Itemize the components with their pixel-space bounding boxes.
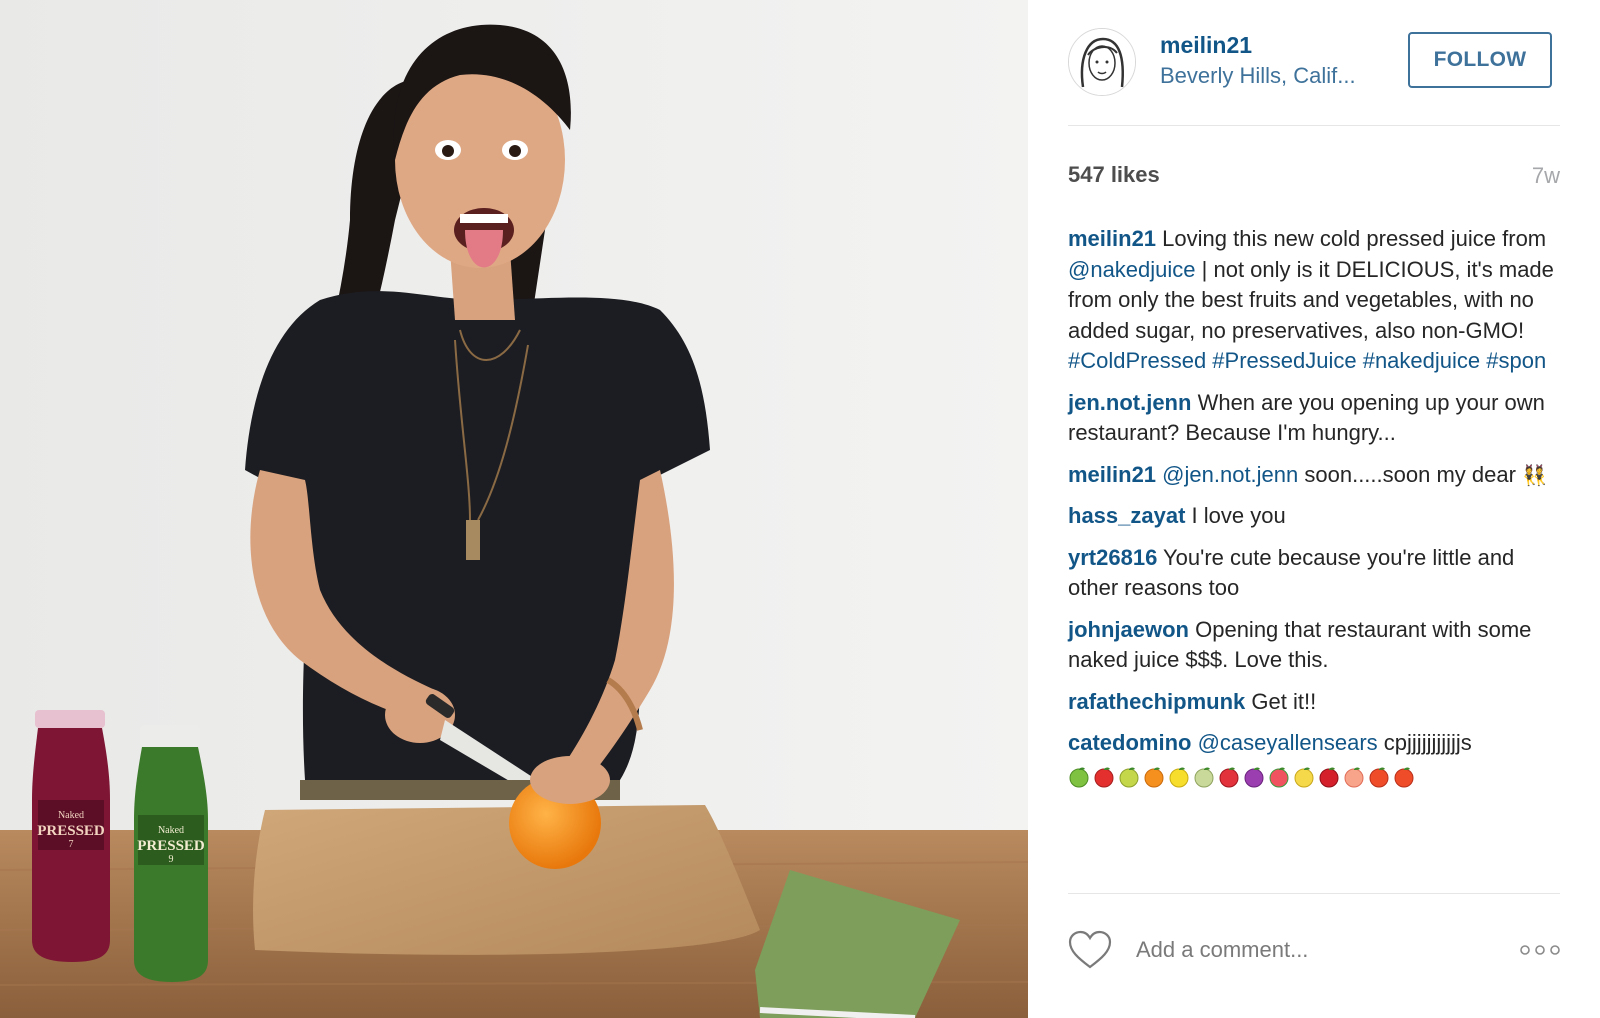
photo-illustration: Naked PRESSED 7 Naked PRESSED 9 <box>0 0 1028 1018</box>
lemon-emoji <box>1169 767 1189 788</box>
comment-username[interactable]: meilin21 <box>1068 462 1156 487</box>
mention-link[interactable]: @caseyallensears <box>1198 730 1378 755</box>
bottle-1-label: PRESSED <box>37 823 105 839</box>
pear-emoji <box>1119 767 1139 788</box>
peach-emoji <box>1344 767 1364 788</box>
comment-username[interactable]: meilin21 <box>1068 226 1156 251</box>
banana-emoji <box>1294 767 1314 788</box>
post-location[interactable]: Beverly Hills, Calif... <box>1160 63 1356 89</box>
bottle-2-number: 9 <box>169 854 174 865</box>
watermelon-emoji <box>1269 767 1289 788</box>
strawberry-emoji <box>1219 767 1239 788</box>
comment: johnjaewon Opening that restaurant with … <box>1068 615 1560 676</box>
post-header: meilin21 Beverly Hills, Calif... FOLLOW <box>1068 28 1560 98</box>
bottle-2-brand: Naked <box>158 825 184 836</box>
dancers-emoji: 👯 <box>1522 462 1547 487</box>
comment-username[interactable]: yrt26816 <box>1068 545 1157 570</box>
green-apple-emoji <box>1069 767 1089 788</box>
divider <box>1068 893 1560 894</box>
bottle-2-label: PRESSED <box>137 838 205 854</box>
comment-username[interactable]: hass_zayat <box>1068 503 1185 528</box>
comment-text: cpjjjjjjjjjjjs <box>1377 730 1472 755</box>
ellipsis-icon[interactable] <box>1520 942 1560 958</box>
tomato-emoji <box>1394 767 1414 788</box>
comment: yrt26816 You're cute because you're litt… <box>1068 543 1560 604</box>
comment-username[interactable]: rafathechipmunk <box>1068 689 1245 714</box>
tomato-emoji <box>1369 767 1389 788</box>
comment-text: I love you <box>1185 503 1286 528</box>
comment: meilin21 @jen.not.jenn soon.....soon my … <box>1068 460 1560 491</box>
melon-emoji <box>1194 767 1214 788</box>
likes-count[interactable]: 547 likes <box>1068 162 1160 188</box>
fruit-emoji-row <box>1068 761 1418 792</box>
post-age[interactable]: 7w <box>1532 163 1560 189</box>
comment-username[interactable]: catedomino <box>1068 730 1191 755</box>
comment-text: Get it!! <box>1245 688 1317 714</box>
comment-text: Loving this new cold pressed juice from <box>1156 226 1547 251</box>
comment-username[interactable]: johnjaewon <box>1068 617 1189 642</box>
comment-username[interactable]: jen.not.jenn <box>1068 390 1191 415</box>
comment: catedomino @caseyallensears cpjjjjjjjjjj… <box>1068 728 1560 791</box>
red-apple-emoji <box>1094 767 1114 788</box>
comment: rafathechipmunk Get it!! <box>1068 687 1560 718</box>
mention-link[interactable]: @nakedjuice <box>1068 257 1196 282</box>
cherries-emoji <box>1319 767 1339 788</box>
grapes-emoji <box>1244 767 1264 788</box>
caption: meilin21 Loving this new cold pressed ju… <box>1068 224 1560 377</box>
post-author-username[interactable]: meilin21 <box>1160 32 1252 59</box>
post-info-panel: meilin21 Beverly Hills, Calif... FOLLOW … <box>1028 0 1600 1018</box>
comments-list: meilin21 Loving this new cold pressed ju… <box>1068 224 1560 802</box>
divider <box>1068 125 1560 126</box>
heart-outline-icon[interactable] <box>1068 930 1112 970</box>
avatar[interactable] <box>1068 28 1136 96</box>
follow-button[interactable]: FOLLOW <box>1408 32 1552 88</box>
comment: hass_zayat I love you <box>1068 501 1560 532</box>
post-footer <box>1068 928 1560 978</box>
bottle-1-number: 7 <box>69 839 74 850</box>
add-comment-input[interactable] <box>1136 934 1496 966</box>
comment: jen.not.jenn When are you opening up you… <box>1068 388 1560 449</box>
hashtag-links[interactable]: #ColdPressed #PressedJuice #nakedjuice #… <box>1068 348 1546 373</box>
comment-text: soon.....soon my dear <box>1298 461 1523 487</box>
avatar-illustration <box>1069 29 1135 95</box>
bottle-1-brand: Naked <box>58 810 84 821</box>
tangerine-emoji <box>1144 767 1164 788</box>
mention-link[interactable]: @jen.not.jenn <box>1162 462 1298 487</box>
post-photo[interactable]: Naked PRESSED 7 Naked PRESSED 9 <box>0 0 1028 1018</box>
